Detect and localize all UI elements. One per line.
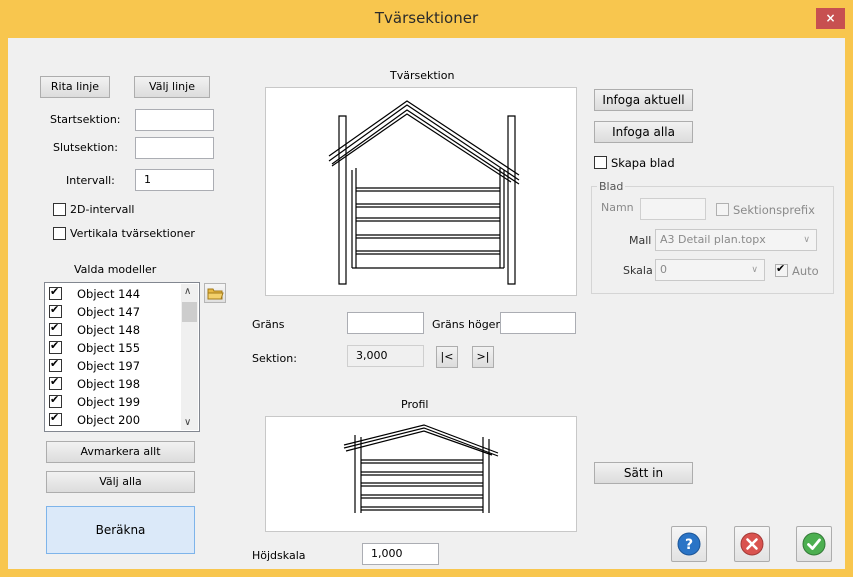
list-item[interactable]: Object 200 [49, 411, 175, 429]
list-item[interactable]: Object 199 [49, 393, 175, 411]
model-checkbox[interactable] [49, 285, 62, 300]
skala-value: 0 [660, 263, 667, 276]
startsektion-label: Startsektion: [50, 113, 121, 126]
model-checkbox[interactable] [49, 339, 62, 354]
dialog-window: Tvärsektioner × Rita linje Välj linje St… [0, 0, 853, 577]
skala-label: Skala [623, 264, 653, 277]
sektionsprefix-checkbox[interactable] [716, 203, 729, 216]
skala-select[interactable]: 0 ∨ [655, 259, 765, 281]
list-item[interactable]: Object 144 [49, 285, 175, 303]
vertikala-label: Vertikala tvärsektioner [70, 227, 195, 240]
intervall-input[interactable]: 1 [135, 169, 214, 191]
close-button[interactable]: × [816, 8, 845, 29]
profil-title: Profil [401, 398, 429, 411]
title-bar: Tvärsektioner × [0, 0, 853, 38]
model-checkbox[interactable] [49, 303, 62, 318]
checkmark-icon [802, 532, 826, 556]
list-item[interactable]: Object 197 [49, 357, 175, 375]
valj-linje-button[interactable]: Välj linje [134, 76, 210, 98]
mall-value: A3 Detail plan.topx [660, 233, 766, 246]
last-section-button[interactable]: >| [472, 346, 494, 368]
cancel-button[interactable] [734, 526, 770, 562]
valda-modeller-label: Valda modeller [74, 263, 157, 276]
dialog-client: Rita linje Välj linje Startsektion: Slut… [8, 38, 845, 569]
grans-input[interactable] [347, 312, 424, 334]
scroll-down-icon[interactable]: ∨ [184, 417, 191, 428]
first-section-button[interactable]: |< [436, 346, 458, 368]
model-checkbox[interactable] [49, 375, 62, 390]
2d-intervall-label: 2D-intervall [70, 203, 135, 216]
hojdskala-input[interactable]: 1,000 [362, 543, 439, 565]
skapa-blad-label: Skapa blad [611, 156, 675, 170]
mall-select[interactable]: A3 Detail plan.topx ∨ [655, 229, 817, 251]
list-item[interactable]: Object 155 [49, 339, 175, 357]
window-title: Tvärsektioner [374, 9, 479, 27]
list-item[interactable]: Object 147 [49, 303, 175, 321]
list-item[interactable]: Object 198 [49, 375, 175, 393]
grans-label: Gräns [252, 318, 285, 331]
model-checkbox[interactable] [49, 357, 62, 372]
chevron-down-icon: ∨ [803, 235, 810, 245]
vertikala-checkbox[interactable] [53, 227, 66, 240]
berakna-button[interactable]: Beräkna [46, 506, 195, 554]
hojdskala-label: Höjdskala [252, 549, 306, 562]
infoga-alla-button[interactable]: Infoga alla [594, 121, 693, 143]
slutsektion-input[interactable] [135, 137, 214, 159]
namn-label: Namn [601, 201, 634, 214]
startsektion-input[interactable] [135, 109, 214, 131]
sektion-label: Sektion: [252, 352, 297, 365]
list-item[interactable]: Object 148 [49, 321, 175, 339]
blad-group-label: Blad [597, 180, 626, 193]
namn-input[interactable] [640, 198, 706, 220]
mall-label: Mall [629, 234, 652, 247]
auto-label: Auto [792, 264, 819, 278]
sektion-value: 3,000 [347, 345, 424, 367]
tvarsektion-preview [265, 87, 577, 296]
cross-section-drawing [328, 100, 520, 285]
chevron-down-icon: ∨ [751, 265, 758, 275]
profile-drawing [343, 424, 499, 513]
2d-intervall-checkbox[interactable] [53, 203, 66, 216]
grans-hoger-input[interactable] [500, 312, 576, 334]
model-list[interactable]: Object 144 Object 147 Object 148 Object … [44, 282, 200, 432]
intervall-label: Intervall: [66, 174, 115, 187]
help-icon: ? [677, 532, 701, 556]
infoga-aktuell-button[interactable]: Infoga aktuell [594, 89, 693, 111]
scroll-up-icon[interactable]: ∧ [184, 286, 191, 297]
scroll-thumb[interactable] [182, 302, 197, 322]
cancel-icon [740, 532, 764, 556]
help-button[interactable]: ? [671, 526, 707, 562]
profil-preview [265, 416, 577, 532]
satt-in-button[interactable]: Sätt in [594, 462, 693, 484]
slutsektion-label: Slutsektion: [53, 141, 118, 154]
skapa-blad-checkbox[interactable] [594, 156, 607, 169]
tvarsektion-title: Tvärsektion [390, 69, 455, 82]
rita-linje-button[interactable]: Rita linje [40, 76, 110, 98]
model-checkbox[interactable] [49, 393, 62, 408]
valj-alla-button[interactable]: Välj alla [46, 471, 195, 493]
grans-hoger-label: Gräns höger [432, 318, 500, 331]
model-checkbox[interactable] [49, 321, 62, 336]
svg-text:?: ? [685, 537, 693, 553]
avmarkera-allt-button[interactable]: Avmarkera allt [46, 441, 195, 463]
sektionsprefix-label: Sektionsprefix [733, 203, 815, 217]
folder-icon [207, 288, 224, 300]
ok-button[interactable] [796, 526, 832, 562]
auto-checkbox[interactable] [775, 262, 788, 277]
folder-button[interactable] [204, 283, 226, 303]
model-checkbox[interactable] [49, 411, 62, 426]
list-scrollbar[interactable]: ∧ ∨ [181, 284, 198, 430]
